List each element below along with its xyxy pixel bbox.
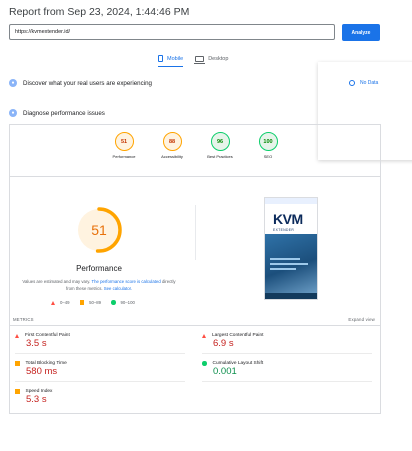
category-seo[interactable]: 100 SEO xyxy=(244,132,292,159)
metrics-header: METRICS Expand view xyxy=(13,317,375,322)
page-screenshot[interactable]: KVM EXTENDER xyxy=(264,197,318,300)
average-square-icon xyxy=(15,361,20,366)
seo-category-label: SEO xyxy=(263,154,273,159)
screenshot-text-bar xyxy=(270,263,308,265)
pass-circle-icon xyxy=(111,300,116,305)
real-users-section[interactable]: ● Discover what your real users are expe… xyxy=(9,79,152,87)
score-legend: 0–49 50–89 90–100 xyxy=(51,300,135,305)
tab-desktop[interactable]: Desktop xyxy=(194,55,229,67)
metrics-divider xyxy=(9,325,381,326)
average-square-icon xyxy=(79,300,85,305)
note-link-calculator[interactable]: See calculator. xyxy=(104,286,132,291)
pass-circle-icon xyxy=(202,361,207,366)
legend-fail-range: 0–49 xyxy=(60,300,70,305)
screenshot-footer xyxy=(265,293,317,299)
tab-mobile[interactable]: Mobile xyxy=(158,55,184,67)
performance-big-score: 51 xyxy=(91,222,107,238)
note-prefix: Values are estimated and may vary. xyxy=(22,279,91,284)
accessibility-category-label: Accessibility xyxy=(161,154,183,159)
metric-value: 6.9 s xyxy=(213,338,234,349)
url-input[interactable] xyxy=(9,24,335,40)
accessibility-score-gauge: 88 xyxy=(162,132,182,151)
screenshot-logo-sub: EXTENDER xyxy=(273,228,295,232)
legend-pass: 90–100 xyxy=(111,300,135,305)
no-data-indicator: No Data xyxy=(349,80,378,86)
fail-triangle-icon xyxy=(202,333,206,338)
real-users-label: Discover what your real users are experi… xyxy=(23,79,152,87)
fail-triangle-icon xyxy=(15,333,19,338)
tab-mobile-label: Mobile xyxy=(167,55,184,62)
metric-tbt: Total Blocking Time 580 ms xyxy=(15,359,185,382)
legend-average: 50–89 xyxy=(79,300,102,305)
metrics-title: METRICS xyxy=(13,317,34,322)
metric-si: Speed Index 5.3 s xyxy=(15,387,185,410)
best-practices-category-label: Best Practices xyxy=(207,154,233,159)
expand-view-toggle[interactable]: Expand view xyxy=(348,317,375,322)
gauge-icon: ● xyxy=(9,109,17,117)
device-tabs: Mobile Desktop xyxy=(158,55,228,67)
note-link-score[interactable]: The performance score is calculated xyxy=(91,279,160,284)
screenshot-text-bar xyxy=(270,268,296,270)
scores-divider xyxy=(9,176,381,177)
tab-desktop-label: Desktop xyxy=(208,56,229,62)
performance-big-label: Performance xyxy=(76,264,122,273)
legend-pass-range: 90–100 xyxy=(120,300,135,305)
metric-value: 0.001 xyxy=(213,366,237,377)
screenshot-topbar xyxy=(265,198,317,204)
legend-fail: 0–49 xyxy=(51,300,70,305)
vertical-divider xyxy=(195,205,196,260)
category-best-practices[interactable]: 96 Best Practices xyxy=(196,132,244,159)
performance-category-label: Performance xyxy=(112,154,136,159)
metric-value: 3.5 s xyxy=(26,338,47,349)
category-accessibility[interactable]: 88 Accessibility xyxy=(148,132,196,159)
metric-value: 5.3 s xyxy=(26,394,47,405)
metric-lcp: Largest Contentful Paint 6.9 s xyxy=(202,331,372,354)
seo-score-gauge: 100 xyxy=(258,132,278,151)
analyze-button[interactable]: Analyze xyxy=(342,24,380,41)
report-title: Report from Sep 23, 2024, 1:44:46 PM xyxy=(9,6,190,18)
fail-triangle-icon xyxy=(51,300,55,305)
info-icon xyxy=(349,80,355,86)
metric-value: 580 ms xyxy=(26,366,58,377)
no-data-label: No Data xyxy=(360,80,379,86)
metric-fcp: First Contentful Paint 3.5 s xyxy=(15,331,185,354)
category-performance[interactable]: 51 Performance xyxy=(100,132,148,159)
best-practices-score-gauge: 96 xyxy=(210,132,230,151)
diagnose-section[interactable]: ● Diagnose performance issues xyxy=(9,109,105,117)
metric-cls: Cumulative Layout Shift 0.001 xyxy=(202,359,372,382)
average-square-icon xyxy=(15,389,20,394)
phone-icon xyxy=(158,55,163,62)
screenshot-logo: KVM xyxy=(273,211,303,227)
screenshot-text-bar xyxy=(270,258,300,260)
diagnose-label: Diagnose performance issues xyxy=(23,109,105,117)
desktop-icon xyxy=(194,56,206,64)
category-scores: 51 Performance 88 Accessibility 96 Best … xyxy=(100,132,292,159)
users-icon: ● xyxy=(9,79,17,87)
score-note: Values are estimated and may vary. The p… xyxy=(18,279,180,292)
performance-score-gauge: 51 xyxy=(114,132,134,151)
legend-average-range: 50–89 xyxy=(89,300,102,305)
